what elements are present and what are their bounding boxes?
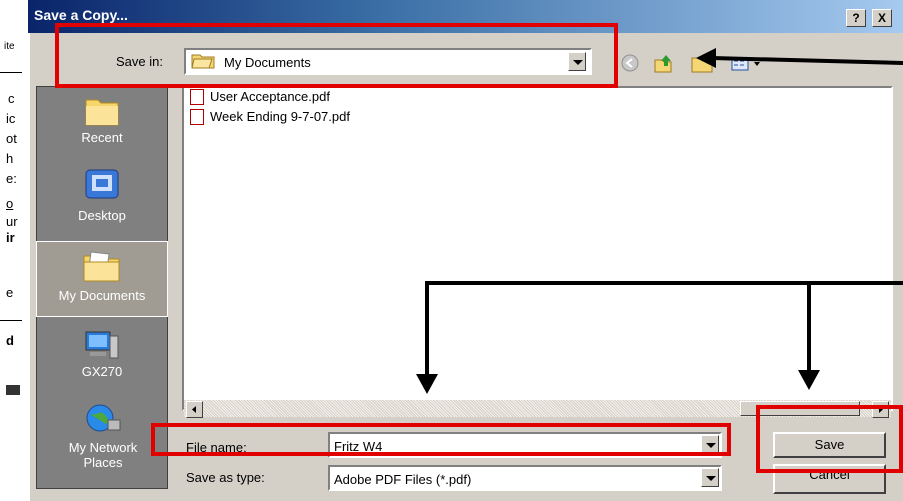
- arrow-split: [416, 281, 903, 394]
- annotation-arrows: [416, 48, 903, 394]
- arrow-to-toolbar: [696, 48, 903, 68]
